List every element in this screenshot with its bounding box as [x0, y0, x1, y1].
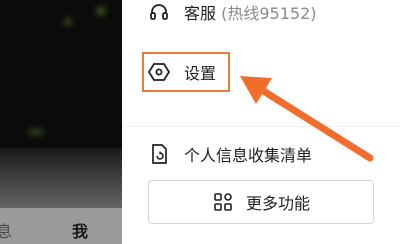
arrow-shaft: [258, 86, 374, 162]
pointer-arrow-annotation: [240, 76, 374, 162]
